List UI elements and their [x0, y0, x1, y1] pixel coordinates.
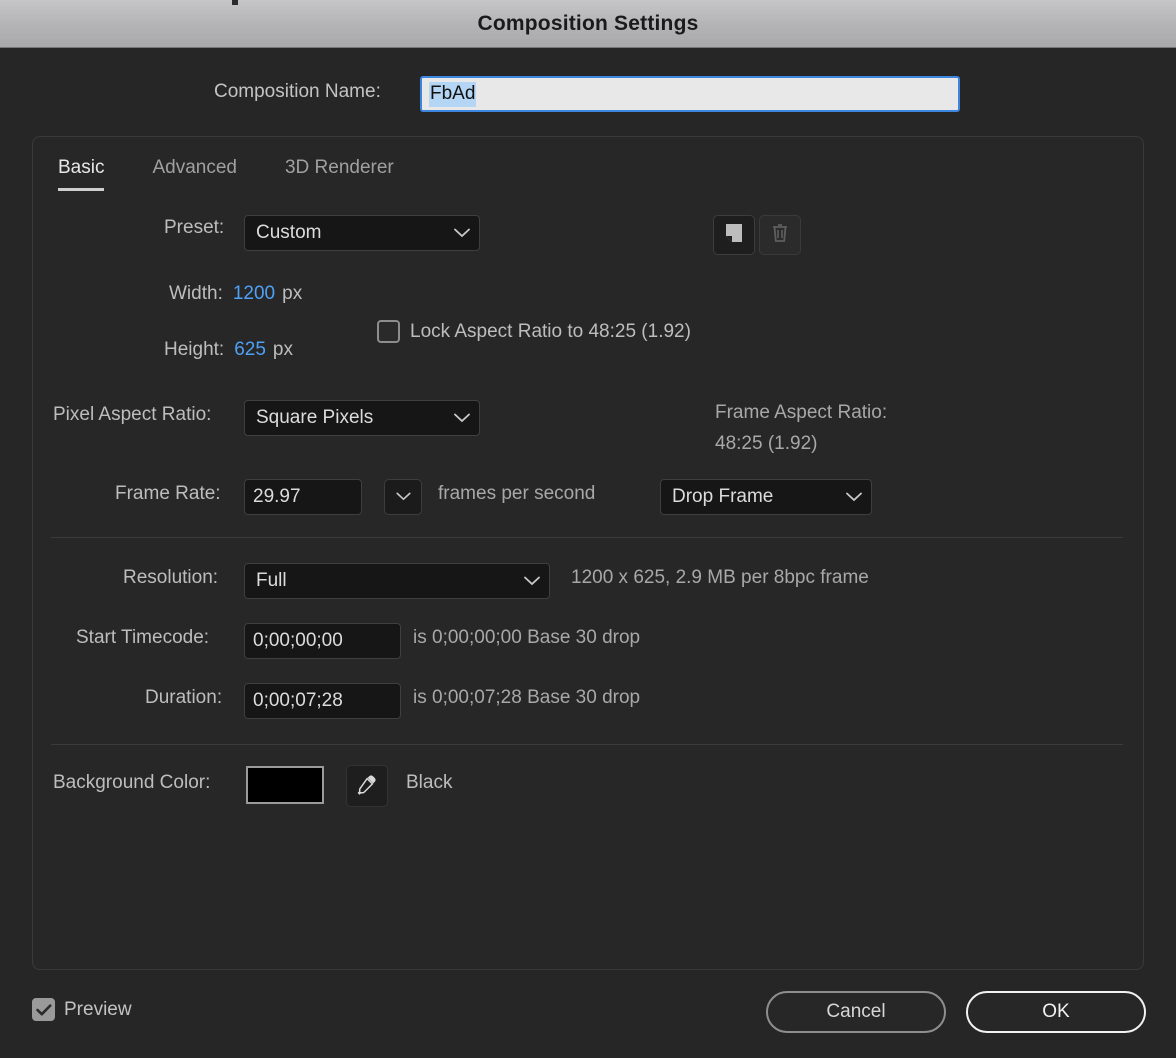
duration-info: is 0;00;07;28 Base 30 drop [413, 687, 641, 708]
composition-name-label: Composition Name: [214, 81, 381, 102]
frame-rate-input[interactable]: 29.97 [244, 479, 362, 515]
section-divider-2 [51, 744, 1123, 745]
frame-rate-row: Frame Rate: [115, 483, 221, 505]
width-value[interactable]: 1200 [233, 283, 275, 305]
resolution-select[interactable]: Full [244, 563, 550, 599]
start-timecode-info-row: is 0;00;00;00 Base 30 drop [413, 627, 640, 649]
lock-aspect-ratio-label: Lock Aspect Ratio to 48:25 (1.92) [410, 320, 691, 342]
start-timecode-label: Start Timecode: [76, 627, 210, 648]
duration-info-row: is 0;00;07;28 Base 30 drop [413, 687, 640, 709]
resolution-label: Resolution: [123, 567, 219, 588]
preview-checkbox[interactable] [32, 998, 55, 1021]
frame-rate-dropdown-button[interactable] [384, 479, 422, 515]
pixel-aspect-ratio-select[interactable]: Square Pixels [244, 400, 480, 436]
save-preset-button[interactable] [713, 215, 755, 255]
preview-label: Preview [64, 998, 132, 1020]
height-row: Height: 625 px [164, 339, 293, 361]
composition-name-row: Composition Name: FbAd [0, 48, 1176, 136]
start-timecode-value: 0;00;00;00 [253, 630, 343, 651]
eyedropper-icon [355, 772, 379, 801]
composition-name-input[interactable]: FbAd [420, 76, 960, 112]
pixel-aspect-ratio-row: Pixel Aspect Ratio: [53, 404, 211, 426]
delete-preset-button[interactable] [759, 215, 801, 255]
preset-select[interactable]: Custom [244, 215, 480, 251]
preset-label: Preset: [164, 217, 225, 238]
frame-rate-value: 29.97 [253, 486, 301, 507]
drop-frame-value: Drop Frame [672, 486, 774, 507]
cancel-button-label: Cancel [826, 1001, 886, 1022]
width-row: Width: 1200 px [169, 283, 302, 305]
frame-rate-label: Frame Rate: [115, 483, 221, 504]
tab-basic[interactable]: Basic [58, 153, 105, 191]
dialog-footer: Preview Cancel OK [0, 970, 1176, 1058]
chevron-down-icon [524, 570, 540, 592]
eyedropper-button[interactable] [346, 765, 388, 807]
frames-per-second-row: frames per second [438, 483, 595, 505]
height-value[interactable]: 625 [234, 339, 266, 361]
resolution-row: Resolution: [123, 567, 218, 589]
preset-row: Preset: [164, 217, 224, 239]
background-color-name: Black [406, 772, 453, 793]
background-color-name-row: Black [406, 772, 452, 794]
drop-frame-select[interactable]: Drop Frame [660, 479, 872, 515]
start-timecode-info: is 0;00;00;00 Base 30 drop [413, 627, 641, 648]
tab-3d-renderer[interactable]: 3D Renderer [285, 153, 394, 187]
height-label: Height: [164, 339, 225, 360]
frame-aspect-ratio-value-row: 48:25 (1.92) [715, 433, 817, 455]
dialog-titlebar: Composition Settings [0, 0, 1176, 48]
duration-row: Duration: [145, 687, 222, 709]
tab-3d-renderer-label: 3D Renderer [284, 157, 394, 178]
frame-aspect-ratio-label: Frame Aspect Ratio: [715, 402, 888, 423]
ok-button[interactable]: OK [966, 991, 1146, 1033]
trash-icon [770, 222, 790, 249]
tab-advanced-label: Advanced [152, 157, 237, 178]
resolution-value: Full [256, 570, 287, 591]
section-divider-1 [51, 537, 1123, 538]
frame-aspect-ratio-value: 48:25 (1.92) [715, 433, 818, 454]
width-label: Width: [169, 283, 223, 304]
chevron-down-icon [395, 488, 411, 506]
resolution-info-row: 1200 x 625, 2.9 MB per 8bpc frame [571, 567, 869, 589]
lock-aspect-ratio-row: Lock Aspect Ratio to 48:25 (1.92) [377, 320, 691, 343]
cancel-button[interactable]: Cancel [766, 991, 946, 1033]
width-unit: px [282, 283, 303, 304]
check-icon [35, 1003, 51, 1015]
background-color-label: Background Color: [53, 772, 211, 793]
lock-aspect-ratio-checkbox[interactable] [377, 320, 400, 343]
pixel-aspect-ratio-value: Square Pixels [256, 407, 374, 428]
save-preset-icon [723, 222, 745, 249]
chevron-down-icon [846, 486, 862, 508]
frames-per-second-label: frames per second [438, 483, 596, 504]
pixel-aspect-ratio-label: Pixel Aspect Ratio: [53, 404, 212, 425]
preset-value: Custom [256, 222, 322, 243]
duration-label: Duration: [145, 687, 223, 708]
duration-input[interactable]: 0;00;07;28 [244, 683, 401, 719]
titlebar-notch-left [232, 0, 238, 5]
preview-row: Preview [32, 998, 132, 1021]
height-unit: px [272, 339, 293, 360]
settings-panel: Basic Advanced 3D Renderer Preset: Custo… [32, 136, 1144, 970]
background-color-row: Background Color: [53, 772, 210, 794]
chevron-down-icon [454, 407, 470, 429]
start-timecode-row: Start Timecode: [76, 627, 209, 649]
dialog-title: Composition Settings [477, 11, 699, 35]
frame-aspect-ratio-label-row: Frame Aspect Ratio: [715, 402, 887, 424]
tab-bar: Basic Advanced 3D Renderer [58, 153, 442, 191]
background-color-swatch[interactable] [246, 766, 324, 804]
tab-advanced[interactable]: Advanced [152, 153, 237, 187]
resolution-info: 1200 x 625, 2.9 MB per 8bpc frame [571, 567, 869, 588]
start-timecode-input[interactable]: 0;00;00;00 [244, 623, 401, 659]
chevron-down-icon [454, 222, 470, 244]
composition-name-value: FbAd [429, 81, 477, 107]
ok-button-label: OK [1042, 1001, 1070, 1022]
duration-value: 0;00;07;28 [253, 690, 343, 711]
tab-basic-label: Basic [58, 157, 105, 178]
